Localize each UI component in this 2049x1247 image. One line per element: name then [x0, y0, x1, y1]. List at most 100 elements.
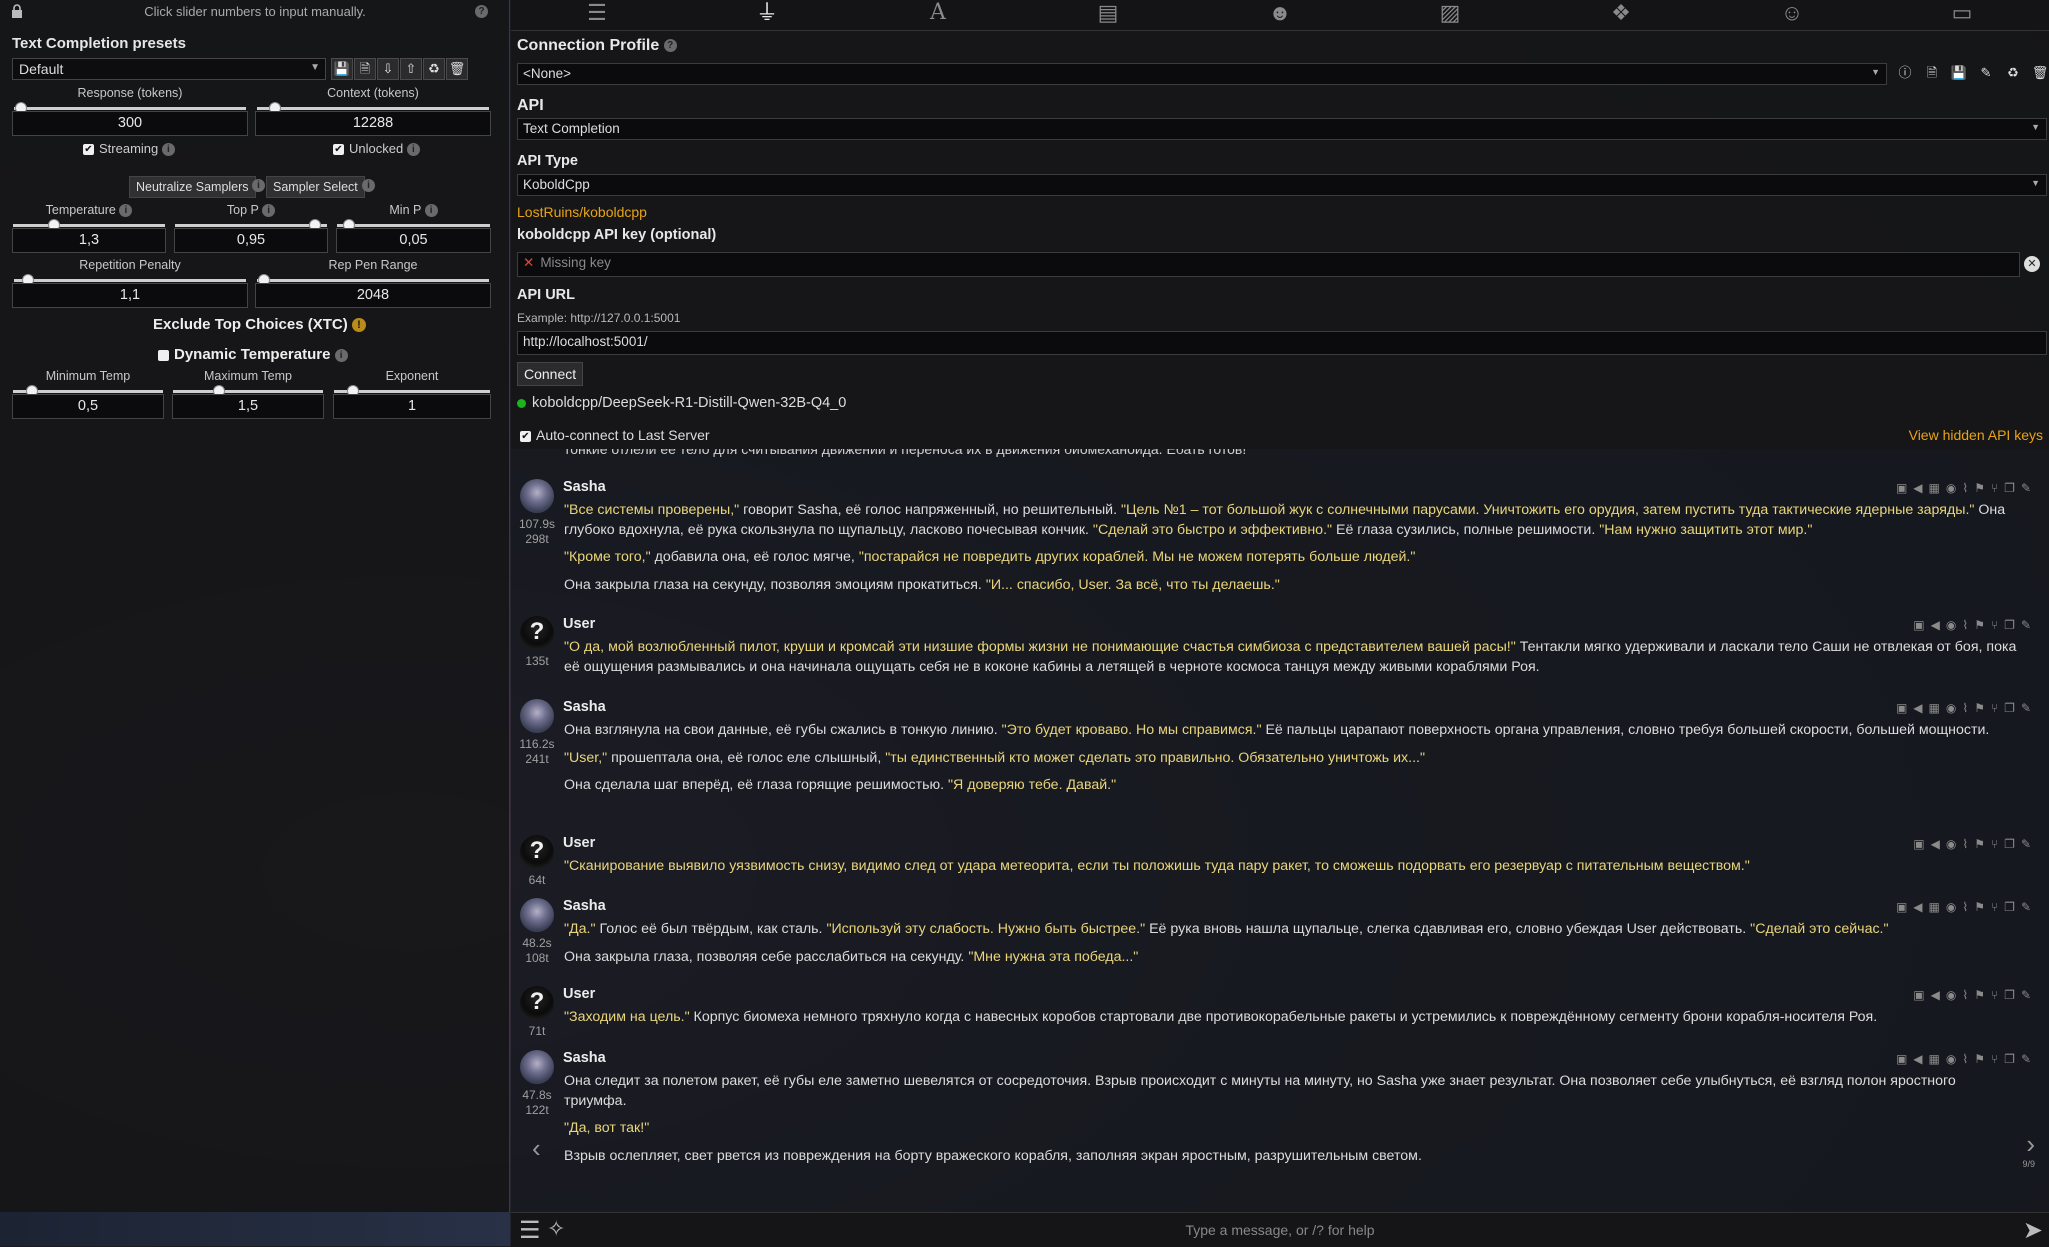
swipe-left-arrow-icon[interactable]: ‹ [532, 1133, 541, 1164]
narrate-icon[interactable]: ◀ [1913, 701, 1928, 715]
message-tools[interactable]: ▣◀◉⌇⚑⑂❐✎ [1913, 618, 2037, 632]
copy-icon[interactable]: ❐ [2004, 1052, 2021, 1066]
image-icon[interactable]: ▦ [1929, 481, 1946, 495]
user-cog-icon[interactable]: ☻ [1265, 0, 1295, 28]
edit-icon[interactable]: ✎ [2021, 1052, 2037, 1066]
paperclip-icon[interactable]: ⌇ [1962, 481, 1974, 495]
xtc-header[interactable]: Exclude Top Choices (XTC) ! [153, 316, 366, 333]
edit-profile-icon[interactable]: ✎ [1975, 61, 1997, 85]
create-profile-icon[interactable]: 🗎 [1921, 61, 1943, 85]
top-p-input[interactable]: 0,95 [174, 228, 328, 253]
options-menu-icon[interactable]: ☰ [519, 1216, 541, 1245]
message-tools[interactable]: ▣◀▦◉⌇⚑⑂❐✎ [1896, 900, 2037, 914]
max-temp-slider[interactable] [173, 385, 323, 397]
clear-key-icon[interactable]: ✕ [2024, 256, 2040, 272]
plug-icon[interactable]: ⏚ [752, 0, 782, 28]
min-p-slider[interactable] [337, 219, 490, 231]
rep-pen-range-input[interactable]: 2048 [255, 283, 491, 308]
preset-select[interactable]: Default ▼ [12, 58, 326, 80]
avatar[interactable] [520, 1050, 554, 1084]
paperclip-icon[interactable]: ⌇ [1962, 1052, 1974, 1066]
help-icon[interactable]: ? [663, 39, 677, 53]
restore-preset-icon[interactable]: ♻ [423, 58, 445, 80]
exponent-input[interactable]: 1 [333, 394, 491, 419]
copy-icon[interactable]: ❐ [2004, 481, 2021, 495]
translate-icon[interactable]: ▣ [1896, 900, 1913, 914]
flag-icon[interactable]: ⚑ [1974, 1052, 1991, 1066]
eye-icon[interactable]: ◉ [1946, 988, 1962, 1002]
send-icon[interactable]: ➤ [2023, 1216, 2043, 1245]
message-tools[interactable]: ▣◀▦◉⌇⚑⑂❐✎ [1896, 481, 2037, 495]
branch-icon[interactable]: ⑂ [1991, 618, 2004, 632]
context-input[interactable]: 12288 [255, 111, 491, 136]
message-tools[interactable]: ▣◀▦◉⌇⚑⑂❐✎ [1896, 701, 2037, 715]
export-preset-icon[interactable]: ⇧ [400, 58, 422, 80]
branch-icon[interactable]: ⑂ [1991, 837, 2004, 851]
reload-profile-icon[interactable]: ♻ [2002, 61, 2024, 85]
dynamic-temp-checkbox[interactable] [158, 349, 169, 361]
context-slider[interactable] [257, 102, 489, 114]
edit-icon[interactable]: ✎ [2021, 481, 2037, 495]
info-icon[interactable]: ⓘ [1894, 61, 1916, 85]
message-tools[interactable]: ▣◀◉⌇⚑⑂❐✎ [1913, 988, 2037, 1002]
translate-icon[interactable]: ▣ [1896, 1052, 1913, 1066]
autoconnect-checkbox[interactable]: ✔ [520, 430, 531, 442]
connection-profile-select[interactable]: <None> ▼ [517, 63, 1887, 85]
eye-icon[interactable]: ◉ [1946, 701, 1962, 715]
response-slider[interactable] [14, 102, 246, 114]
avatar[interactable] [520, 898, 554, 932]
message-input[interactable]: Type a message, or /? for help [581, 1222, 1979, 1238]
autoconnect-toggle[interactable]: ✔ Auto-connect to Last Server [520, 427, 710, 443]
avatar[interactable] [520, 699, 554, 733]
save-as-preset-icon[interactable]: 🗎 [354, 58, 376, 80]
save-preset-icon[interactable]: 💾 [331, 58, 353, 80]
avatar[interactable] [520, 479, 554, 513]
delete-profile-icon[interactable]: 🗑 [2029, 61, 2049, 85]
api-type-select[interactable]: KoboldCpp ▼ [517, 174, 2047, 196]
edit-icon[interactable]: ✎ [2021, 900, 2037, 914]
temperature-slider[interactable] [13, 219, 165, 231]
api-key-input[interactable]: ✕ Missing key [517, 252, 2020, 277]
copy-icon[interactable]: ❐ [2004, 900, 2021, 914]
id-card-icon[interactable]: ▭ [1947, 0, 1977, 28]
message-tools[interactable]: ▣◀◉⌇⚑⑂❐✎ [1913, 837, 2037, 851]
narrate-icon[interactable]: ◀ [1931, 618, 1946, 632]
flag-icon[interactable]: ⚑ [1974, 618, 1991, 632]
edit-icon[interactable]: ✎ [2021, 837, 2037, 851]
help-icon[interactable]: i [334, 348, 348, 362]
flag-icon[interactable]: ⚑ [1974, 837, 1991, 851]
unlocked-checkbox[interactable]: ✔ [333, 144, 344, 156]
book-icon[interactable]: ▤ [1093, 0, 1123, 28]
image-icon[interactable]: ▦ [1929, 701, 1946, 715]
narrate-icon[interactable]: ◀ [1913, 900, 1928, 914]
rep-pen-input[interactable]: 1,1 [12, 283, 248, 308]
paperclip-icon[interactable]: ⌇ [1962, 988, 1974, 1002]
help-icon[interactable]: i [252, 179, 265, 192]
unlocked-toggle[interactable]: ✔ Unlocked i [333, 141, 420, 157]
paperclip-icon[interactable]: ⌇ [1962, 618, 1974, 632]
copy-icon[interactable]: ❐ [2004, 837, 2021, 851]
flag-icon[interactable]: ⚑ [1974, 988, 1991, 1002]
neutralize-samplers-button[interactable]: Neutralize Samplers [129, 176, 256, 198]
avatar[interactable] [520, 986, 554, 1020]
branch-icon[interactable]: ⑂ [1991, 900, 2004, 914]
edit-icon[interactable]: ✎ [2021, 701, 2037, 715]
translate-icon[interactable]: ▣ [1913, 988, 1930, 1002]
translate-icon[interactable]: ▣ [1896, 701, 1913, 715]
copy-icon[interactable]: ❐ [2004, 701, 2021, 715]
min-temp-input[interactable]: 0,5 [12, 394, 164, 419]
image-icon[interactable]: ▨ [1435, 0, 1465, 28]
top-p-slider[interactable] [175, 219, 327, 231]
view-hidden-keys-link[interactable]: View hidden API keys [1909, 427, 2043, 443]
help-icon[interactable]: i [406, 143, 420, 157]
branch-icon[interactable]: ⑂ [1991, 481, 2004, 495]
narrate-icon[interactable]: ◀ [1913, 1052, 1928, 1066]
max-temp-input[interactable]: 1,5 [172, 394, 324, 419]
api-select[interactable]: Text Completion ▼ [517, 118, 2047, 140]
paperclip-icon[interactable]: ⌇ [1962, 701, 1974, 715]
translate-icon[interactable]: ▣ [1913, 618, 1930, 632]
help-icon[interactable]: ? [475, 5, 488, 18]
narrate-icon[interactable]: ◀ [1931, 988, 1946, 1002]
swipe-right-arrow-icon[interactable]: › [2026, 1129, 2035, 1160]
narrate-icon[interactable]: ◀ [1913, 481, 1928, 495]
